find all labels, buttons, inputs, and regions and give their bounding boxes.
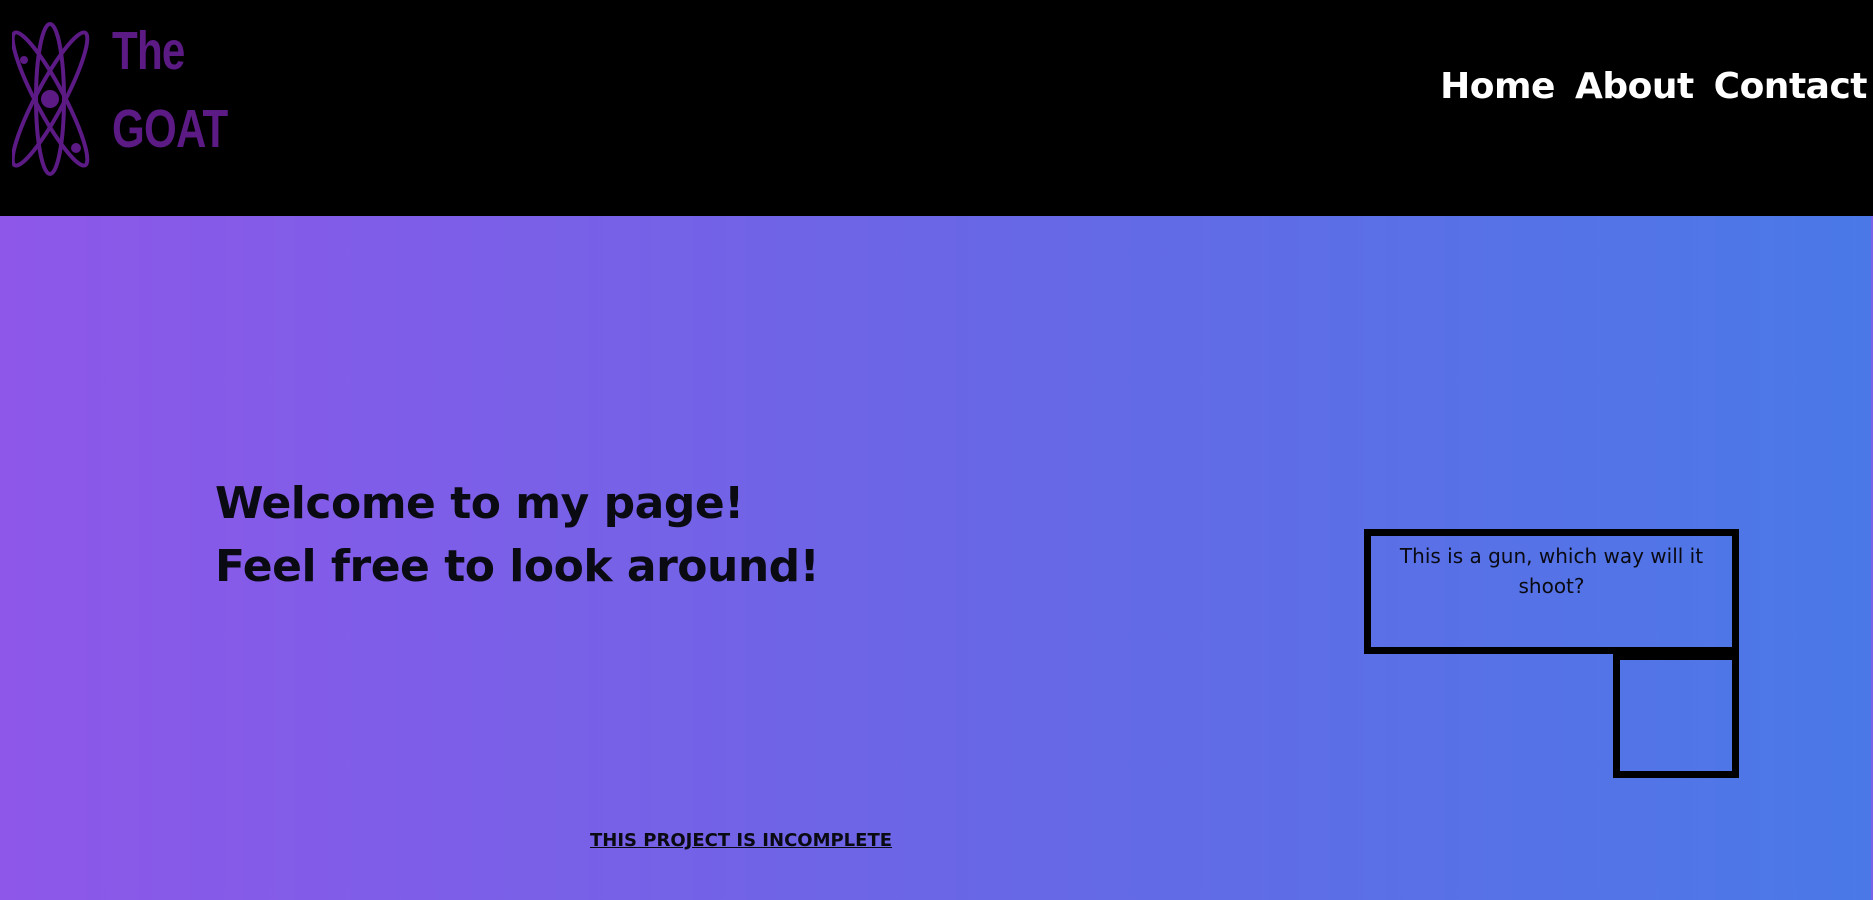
welcome-line-1: Welcome to my page! [215, 478, 744, 529]
logo-text-line2: GOAT [112, 99, 228, 159]
atom-icon [12, 22, 90, 176]
welcome-heading: Welcome to my page! Feel free to look ar… [215, 472, 820, 598]
incomplete-notice-link[interactable]: THIS PROJECT IS INCOMPLETE [590, 830, 892, 851]
hero-section: Welcome to my page! Feel free to look ar… [0, 216, 1873, 900]
nav-about-link[interactable]: About [1575, 64, 1694, 110]
nav-home-link[interactable]: Home [1440, 64, 1555, 110]
site-header: The GOAT Home About Contact [0, 0, 1873, 216]
welcome-line-2: Feel free to look around! [215, 541, 820, 592]
logo-text-line1: The [112, 21, 185, 81]
main-nav: Home About Contact [1440, 64, 1867, 110]
gun-body-box: This is a gun, which way will it shoot? [1364, 529, 1739, 654]
gun-handle-box [1613, 653, 1739, 778]
site-logo[interactable]: The GOAT [12, 14, 228, 184]
nav-contact-link[interactable]: Contact [1714, 64, 1868, 110]
